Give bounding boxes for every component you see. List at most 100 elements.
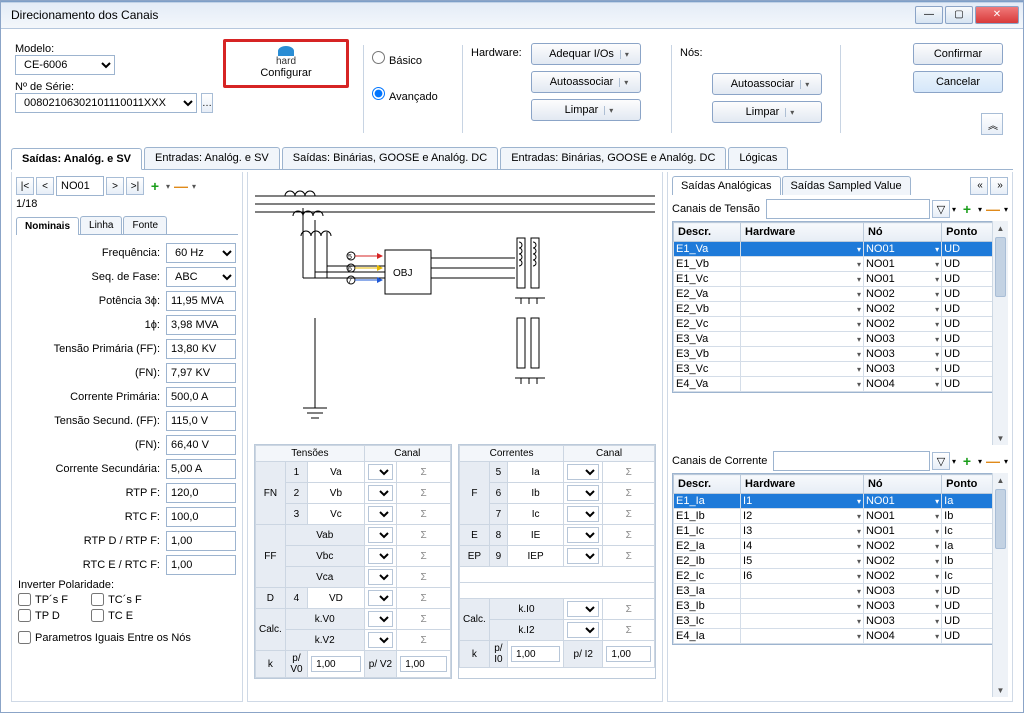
table-row[interactable]: E2_Vc▾NO02▾UD▾: [674, 317, 1007, 332]
table-row[interactable]: E2_IaI4▾NO02▾Ia▾: [674, 539, 1007, 554]
tensao-filter-input[interactable]: [766, 199, 930, 219]
confirmar-button[interactable]: Confirmar: [913, 43, 1003, 65]
serie-label: Nº de Série:: [15, 81, 74, 93]
cancelar-button[interactable]: Cancelar: [913, 71, 1003, 93]
tensao-scrollbar[interactable]: ▲▼: [992, 221, 1008, 445]
minimize-button[interactable]: —: [915, 6, 943, 24]
rtab-analog[interactable]: Saídas Analógicas: [672, 176, 781, 195]
maximize-button[interactable]: ▢: [945, 6, 973, 24]
ck-tp-d[interactable]: TP D: [18, 609, 88, 622]
table-row[interactable]: E4_Ia▾NO04▾UD▾: [674, 629, 1007, 644]
fn-input[interactable]: [166, 363, 236, 383]
remove-tensao-icon[interactable]: —: [984, 200, 1002, 218]
titlebar: Direcionamento dos Canais — ▢ ✕: [1, 1, 1023, 29]
tab-saidas-bin[interactable]: Saídas: Binárias, GOOSE e Analóg. DC: [282, 147, 498, 169]
subtab-nominais[interactable]: Nominais: [16, 217, 79, 235]
remove-corrente-icon[interactable]: —: [984, 452, 1002, 470]
corrente-grid[interactable]: Descr. Hardware Nó Ponto E1_IaI1▾NO01▾Ia…: [672, 473, 1008, 645]
limpar-nos-button[interactable]: Limpar▾: [712, 101, 822, 123]
nav-next[interactable]: >: [106, 177, 124, 195]
rtpd-input[interactable]: [166, 531, 236, 551]
cprim-input[interactable]: [166, 387, 236, 407]
table-row[interactable]: E3_Vc▾NO03▾UD▾: [674, 362, 1007, 377]
pot3-input[interactable]: [166, 291, 236, 311]
nav-last[interactable]: >|: [126, 177, 144, 195]
canal-ib[interactable]: E1_Ib: [567, 485, 599, 501]
nodo-input[interactable]: [56, 176, 104, 196]
configurar-button[interactable]: hard Configurar: [223, 39, 349, 88]
configurar-sub: hard: [244, 56, 328, 67]
table-row[interactable]: E1_IcI3▾NO01▾Ic▾: [674, 524, 1007, 539]
radio-avancado[interactable]: [372, 87, 385, 100]
tab-saidas-analog[interactable]: Saídas: Analóg. e SV: [11, 148, 142, 170]
rtcf-input[interactable]: [166, 507, 236, 527]
table-row[interactable]: E1_IbI2▾NO01▾Ib▾: [674, 509, 1007, 524]
limpar-hw-button[interactable]: Limpar▾: [531, 99, 641, 121]
table-row[interactable]: E1_Vc▾NO01▾UD▾: [674, 272, 1007, 287]
adequar-button[interactable]: Adequar I/Os▾: [531, 43, 641, 65]
hard-icon: [278, 46, 294, 56]
modelo-select[interactable]: CE-6006: [15, 55, 115, 75]
svg-text:7: 7: [348, 278, 352, 285]
table-row[interactable]: E4_Va▾NO04▾UD▾: [674, 377, 1007, 392]
ck-tc-e[interactable]: TC E: [91, 609, 161, 622]
serie-select[interactable]: 00802106302101110011XXX: [15, 93, 197, 113]
table-row[interactable]: E2_Va▾NO02▾UD▾: [674, 287, 1007, 302]
table-row[interactable]: E3_Ic▾NO03▾UD▾: [674, 614, 1007, 629]
tensao-grid[interactable]: Descr. Hardware Nó Ponto E1_Va▾NO01▾UD▾E…: [672, 221, 1008, 393]
pot1-input[interactable]: [166, 315, 236, 335]
corrente-filter-input[interactable]: [773, 451, 930, 471]
canal-va[interactable]: [368, 464, 394, 480]
svg-text:6: 6: [348, 266, 352, 273]
tab-entradas-analog[interactable]: Entradas: Analóg. e SV: [144, 147, 280, 169]
scroll-left-button[interactable]: «: [970, 177, 988, 195]
tpff-input[interactable]: [166, 339, 236, 359]
add-icon[interactable]: +: [146, 177, 164, 195]
table-row[interactable]: E3_Ia▾NO03▾UD▾: [674, 584, 1007, 599]
scroll-right-button[interactable]: »: [990, 177, 1008, 195]
rtpf-input[interactable]: [166, 483, 236, 503]
seq-select[interactable]: ABC: [166, 267, 236, 287]
radio-basico[interactable]: [372, 51, 385, 64]
autoassociar-nos-button[interactable]: Autoassociar▾: [712, 73, 822, 95]
table-row[interactable]: E1_IaI1▾NO01▾Ia▾: [674, 494, 1007, 509]
add-tensao-icon[interactable]: +: [958, 200, 976, 218]
table-row[interactable]: E3_Vb▾NO03▾UD▾: [674, 347, 1007, 362]
subtab-linha[interactable]: Linha: [80, 216, 122, 234]
ck-tps-f[interactable]: TP´s F: [18, 593, 88, 606]
circuit-diagram: 5 6 7 OBJ: [254, 178, 656, 438]
table-row[interactable]: E2_IbI5▾NO02▾Ib▾: [674, 554, 1007, 569]
nav-first[interactable]: |<: [16, 177, 34, 195]
remove-icon[interactable]: —: [172, 177, 190, 195]
corrente-scrollbar[interactable]: ▲▼: [992, 473, 1008, 697]
table-row[interactable]: E1_Va▾NO01▾UD▾: [674, 242, 1007, 257]
table-row[interactable]: E2_Vb▾NO02▾UD▾: [674, 302, 1007, 317]
autoassociar-hw-button[interactable]: Autoassociar▾: [531, 71, 641, 93]
csec-input[interactable]: [166, 459, 236, 479]
table-row[interactable]: E3_Ib▾NO03▾UD▾: [674, 599, 1007, 614]
table-row[interactable]: E3_Va▾NO03▾UD▾: [674, 332, 1007, 347]
canal-vb[interactable]: [368, 485, 394, 501]
table-row[interactable]: E2_IcI6▾NO02▾Ic▾: [674, 569, 1007, 584]
tab-entradas-bin[interactable]: Entradas: Binárias, GOOSE e Analóg. DC: [500, 147, 726, 169]
tsfn-input[interactable]: [166, 435, 236, 455]
ck-tcs-f[interactable]: TC´s F: [91, 593, 161, 606]
expand-up-button[interactable]: ︽: [981, 113, 1003, 135]
add-corrente-icon[interactable]: +: [958, 452, 976, 470]
ck-params-iguais[interactable]: [18, 631, 31, 644]
rtab-sv[interactable]: Saídas Sampled Value: [782, 176, 911, 195]
nav-prev[interactable]: <: [36, 177, 54, 195]
freq-select[interactable]: 60 Hz: [166, 243, 236, 263]
subtab-fonte[interactable]: Fonte: [123, 216, 167, 234]
tsff-input[interactable]: [166, 411, 236, 431]
filter-icon[interactable]: ▽: [932, 200, 950, 218]
rtce-input[interactable]: [166, 555, 236, 575]
serie-browse-button[interactable]: …: [201, 93, 213, 113]
filter-icon-2[interactable]: ▽: [932, 452, 950, 470]
canal-ia[interactable]: E1_Ia: [567, 464, 599, 480]
tab-logicas[interactable]: Lógicas: [728, 147, 788, 169]
canal-vc[interactable]: [368, 506, 394, 522]
close-button[interactable]: ✕: [975, 6, 1019, 24]
canal-ic[interactable]: E1_Ic: [567, 506, 599, 522]
table-row[interactable]: E1_Vb▾NO01▾UD▾: [674, 257, 1007, 272]
